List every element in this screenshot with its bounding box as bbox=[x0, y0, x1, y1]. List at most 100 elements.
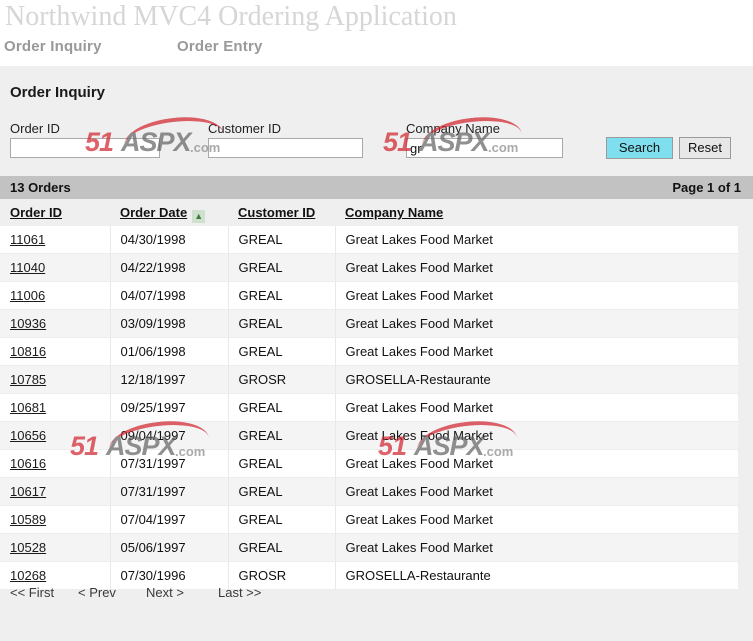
search-input-customer-id[interactable] bbox=[208, 138, 363, 158]
site-header: Northwind MVC4 Ordering Application Orde… bbox=[0, 0, 753, 66]
cell-customer-id: GREAL bbox=[228, 421, 336, 450]
cell-order-date: 09/25/1997 bbox=[110, 393, 229, 422]
order-id-link[interactable]: 10785 bbox=[10, 372, 46, 387]
cell-company-name: Great Lakes Food Market bbox=[335, 226, 738, 254]
cell-customer-id: GREAL bbox=[228, 533, 336, 562]
sort-ascending-icon: ▲ bbox=[192, 209, 206, 223]
pagination-first[interactable]: << First bbox=[10, 585, 54, 600]
cell-company-name: GROSELLA-Restaurante bbox=[335, 365, 738, 394]
cell-customer-id: GREAL bbox=[228, 309, 336, 338]
section-heading: Order Inquiry bbox=[10, 84, 106, 101]
cell-company-name: Great Lakes Food Market bbox=[335, 533, 738, 562]
pagination-prev[interactable]: < Prev bbox=[78, 585, 116, 600]
column-header-order-id: Order ID bbox=[0, 199, 110, 226]
main-content: Order Inquiry Order ID Customer ID Compa… bbox=[0, 66, 753, 641]
order-id-link[interactable]: 10816 bbox=[10, 344, 46, 359]
sort-link-customer-id[interactable]: Customer ID bbox=[238, 205, 315, 220]
order-id-link[interactable]: 11040 bbox=[10, 260, 45, 275]
table-row: 10681 09/25/1997 GREAL Great Lakes Food Mar… bbox=[0, 393, 738, 422]
table-header-row: Order ID Order Date ▲ Customer ID Company… bbox=[0, 199, 738, 226]
cell-company-name: Great Lakes Food Market bbox=[335, 477, 738, 506]
cell-customer-id: GROSR bbox=[228, 365, 336, 394]
table-row: 10656 09/04/1997 GREAL Great Lakes Food Mar… bbox=[0, 421, 738, 450]
cell-order-id: 10528 bbox=[0, 533, 111, 562]
sort-link-company-name[interactable]: Company Name bbox=[345, 205, 443, 220]
cell-order-date: 03/09/1998 bbox=[110, 309, 229, 338]
order-id-link[interactable]: 10656 bbox=[10, 428, 46, 443]
cell-company-name: Great Lakes Food Market bbox=[335, 253, 738, 282]
cell-customer-id: GREAL bbox=[228, 449, 336, 478]
cell-order-id: 10785 bbox=[0, 365, 111, 394]
order-id-link[interactable]: 11061 bbox=[10, 232, 45, 247]
cell-order-id: 11061 bbox=[0, 226, 111, 254]
cell-order-date: 12/18/1997 bbox=[110, 365, 229, 394]
table-row: 11006 04/07/1998 GREAL Great Lakes Food Mar… bbox=[0, 281, 738, 310]
table-row: 10936 03/09/1998 GREAL Great Lakes Food Mar… bbox=[0, 309, 738, 338]
order-id-link[interactable]: 10528 bbox=[10, 540, 46, 555]
order-id-link[interactable]: 11006 bbox=[10, 288, 45, 303]
main-navigation: Order Inquiry Order Entry bbox=[0, 38, 753, 64]
table-row: 11040 04/22/1998 GREAL Great Lakes Food Mar… bbox=[0, 253, 738, 282]
label-company-name: Company Name bbox=[406, 121, 500, 136]
cell-order-id: 10936 bbox=[0, 309, 111, 338]
application-page: Northwind MVC4 Ordering Application Orde… bbox=[0, 0, 753, 641]
cell-order-date: 04/22/1998 bbox=[110, 253, 229, 282]
cell-order-id: 10656 bbox=[0, 421, 111, 450]
page-indicator: Page 1 of 1 bbox=[672, 180, 741, 195]
cell-customer-id: GREAL bbox=[228, 226, 336, 254]
orders-table: Order ID Order Date ▲ Customer ID Company… bbox=[0, 199, 738, 590]
order-id-link[interactable]: 10681 bbox=[10, 400, 46, 415]
cell-order-date: 07/31/1997 bbox=[110, 449, 229, 478]
reset-button[interactable]: Reset bbox=[679, 137, 731, 159]
order-id-link[interactable]: 10617 bbox=[10, 484, 46, 499]
cell-order-date: 01/06/1998 bbox=[110, 337, 229, 366]
cell-customer-id: GREAL bbox=[228, 477, 336, 506]
cell-order-id: 11006 bbox=[0, 281, 111, 310]
cell-order-date: 09/04/1997 bbox=[110, 421, 229, 450]
cell-company-name: Great Lakes Food Market bbox=[335, 449, 738, 478]
column-header-order-date: Order Date ▲ bbox=[110, 199, 228, 226]
nav-item-order-inquiry[interactable]: Order Inquiry bbox=[4, 38, 102, 55]
search-input-order-id[interactable] bbox=[10, 138, 160, 158]
search-form: Order ID Customer ID Company Name Search… bbox=[0, 121, 753, 176]
search-button[interactable]: Search bbox=[606, 137, 673, 159]
order-id-link[interactable]: 10936 bbox=[10, 316, 46, 331]
order-count-label: 13 Orders bbox=[10, 180, 71, 195]
cell-order-date: 07/31/1997 bbox=[110, 477, 229, 506]
cell-customer-id: GREAL bbox=[228, 337, 336, 366]
cell-order-id: 11040 bbox=[0, 253, 111, 282]
order-id-link[interactable]: 10616 bbox=[10, 456, 46, 471]
cell-order-date: 07/04/1997 bbox=[110, 505, 229, 534]
orders-table-body: 11061 04/30/1998 GREAL Great Lakes Food Mar… bbox=[0, 226, 738, 590]
search-input-company-name[interactable] bbox=[406, 138, 563, 158]
pagination-next[interactable]: Next > bbox=[146, 585, 184, 600]
cell-order-date: 05/06/1997 bbox=[110, 533, 229, 562]
cell-company-name: Great Lakes Food Market bbox=[335, 337, 738, 366]
page-title-banner: Northwind MVC4 Ordering Application bbox=[5, 1, 457, 32]
order-id-link[interactable]: 10589 bbox=[10, 512, 46, 527]
label-order-id: Order ID bbox=[10, 121, 60, 136]
cell-customer-id: GREAL bbox=[228, 253, 336, 282]
cell-company-name: Great Lakes Food Market bbox=[335, 421, 738, 450]
cell-order-id: 10816 bbox=[0, 337, 111, 366]
results-summary-bar: 13 Orders Page 1 of 1 bbox=[0, 176, 753, 199]
table-row: 10616 07/31/1997 GREAL Great Lakes Food Mar… bbox=[0, 449, 738, 478]
cell-order-id: 10617 bbox=[0, 477, 111, 506]
pagination-last[interactable]: Last >> bbox=[218, 585, 261, 600]
table-row: 11061 04/30/1998 GREAL Great Lakes Food Mar… bbox=[0, 226, 738, 254]
sort-link-order-date[interactable]: Order Date bbox=[120, 205, 187, 220]
cell-order-id: 10589 bbox=[0, 505, 111, 534]
nav-item-order-entry[interactable]: Order Entry bbox=[177, 38, 263, 55]
cell-customer-id: GREAL bbox=[228, 281, 336, 310]
cell-order-id: 10616 bbox=[0, 449, 111, 478]
cell-order-date: 04/07/1998 bbox=[110, 281, 229, 310]
cell-company-name: Great Lakes Food Market bbox=[335, 281, 738, 310]
cell-order-date: 04/30/1998 bbox=[110, 226, 229, 254]
cell-customer-id: GREAL bbox=[228, 505, 336, 534]
cell-order-id: 10681 bbox=[0, 393, 111, 422]
column-header-customer-id: Customer ID bbox=[228, 199, 335, 226]
cell-customer-id: GREAL bbox=[228, 393, 336, 422]
table-row: 10816 01/06/1998 GREAL Great Lakes Food Mar… bbox=[0, 337, 738, 366]
sort-link-order-id[interactable]: Order ID bbox=[10, 205, 62, 220]
table-row: 10589 07/04/1997 GREAL Great Lakes Food Mar… bbox=[0, 505, 738, 534]
